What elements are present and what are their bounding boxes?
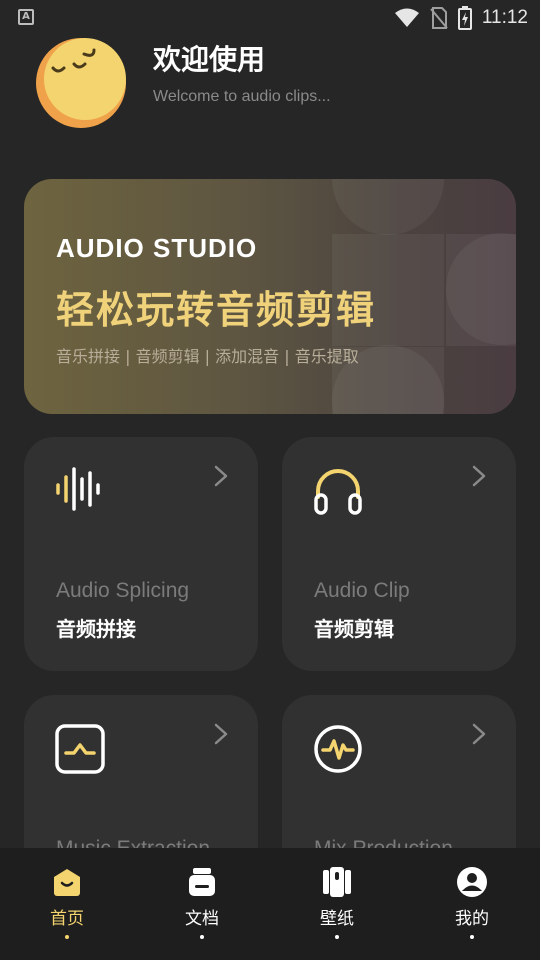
chevron-right-icon — [214, 723, 228, 745]
pulse-icon — [314, 725, 362, 773]
card-title-en: Audio Splicing — [56, 579, 190, 602]
waveform-icon — [56, 467, 100, 511]
nav-indicator — [65, 935, 69, 939]
nav-label: 首页 — [50, 909, 84, 929]
card-title-en: Audio Clip — [314, 579, 410, 602]
wallpaper-icon — [323, 867, 351, 897]
wifi-icon — [394, 8, 419, 27]
document-icon — [189, 868, 215, 896]
moon-avatar-icon[interactable] — [36, 38, 126, 128]
home-icon — [54, 869, 80, 896]
chevron-right-icon — [214, 465, 228, 487]
a-icon: A — [18, 9, 34, 25]
nav-indicator — [470, 935, 474, 939]
nav-item-profile[interactable]: 我的 — [422, 866, 522, 946]
profile-icon — [457, 867, 487, 897]
card-title-zh: 音频拼接 — [56, 617, 136, 641]
extract-icon — [55, 724, 105, 774]
headphones-icon — [314, 469, 362, 515]
nav-item-home[interactable]: 首页 — [17, 866, 117, 946]
nav-label: 我的 — [455, 909, 489, 929]
chevron-right-icon — [472, 723, 486, 745]
card-title-zh: 音频剪辑 — [314, 617, 394, 641]
welcome-title: 欢迎使用 — [153, 43, 266, 76]
nav-indicator — [200, 935, 204, 939]
nav-indicator — [335, 935, 339, 939]
chevron-right-icon — [472, 465, 486, 487]
banner-brand: AUDIO STUDIO — [56, 233, 258, 263]
promo-banner[interactable]: AUDIO STUDIO 轻松玩转音频剪辑 音乐拼接 | 音频剪辑 | 添加混音… — [24, 179, 516, 414]
nav-label: 壁纸 — [320, 909, 354, 929]
card-audio-splicing[interactable]: Audio Splicing 音频拼接 — [24, 437, 258, 671]
status-time: 11:12 — [481, 7, 528, 28]
nav-item-wallpaper[interactable]: 壁纸 — [287, 866, 387, 946]
banner-headline: 轻松玩转音频剪辑 — [56, 288, 377, 332]
card-audio-clip[interactable]: Audio Clip 音频剪辑 — [282, 437, 516, 671]
battery-icon — [457, 6, 472, 30]
banner-tags: 音乐拼接 | 音频剪辑 | 添加混音 | 音乐提取 — [56, 347, 359, 366]
status-bar: A 11:12 — [0, 0, 540, 36]
nav-label: 文档 — [185, 909, 219, 929]
bottom-nav: 首页 文档 壁纸 我的 — [0, 848, 540, 960]
welcome-subtitle: Welcome to audio clips... — [153, 88, 331, 105]
no-sim-icon — [430, 7, 448, 29]
nav-item-documents[interactable]: 文档 — [152, 866, 252, 946]
